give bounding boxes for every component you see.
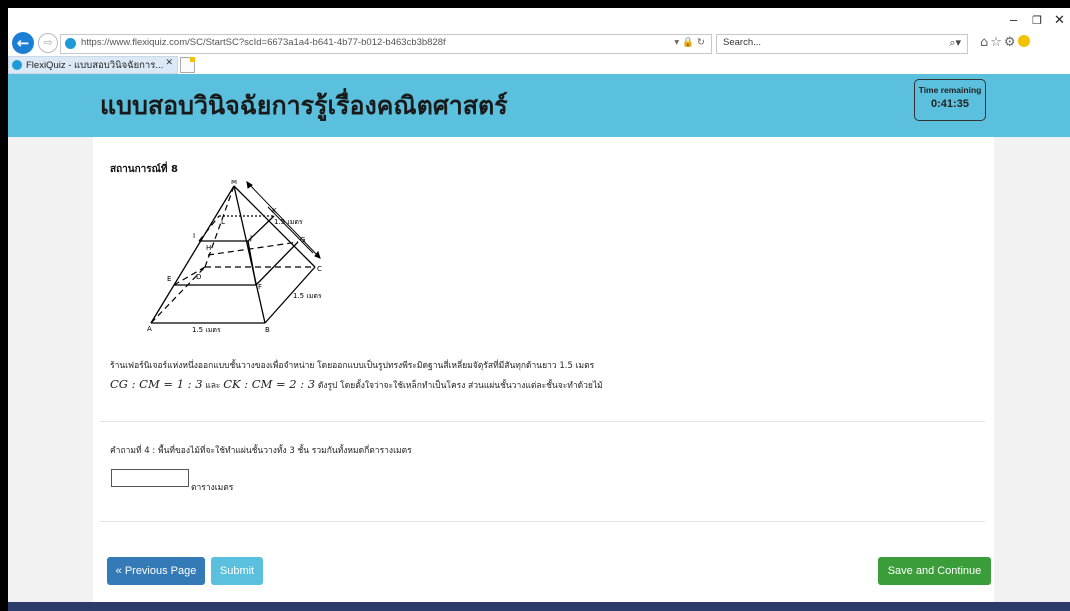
edge-measure-label: 1.5 เมตร [274, 218, 303, 226]
star-icon[interactable]: ☆ [990, 35, 1004, 50]
side-measure-label: 1.5 เมตร [293, 292, 322, 300]
minimize-button[interactable]: – [1010, 12, 1017, 27]
vertex-label-h: H [206, 244, 211, 252]
url-actions-icons[interactable]: ▾ 🔒 ↻ [674, 37, 705, 48]
scenario-description: ร้านเฟอร์นิเจอร์แห่งหนึ่งออกแบบชั้นวางขอ… [110, 361, 595, 371]
new-tab-button[interactable] [180, 57, 195, 73]
timer-label: Time remaining [918, 85, 982, 95]
vertex-label-j: J [249, 234, 252, 242]
vertex-label-c: C [317, 265, 322, 273]
page-title: แบบสอบวินิจฉัยการรู้เรื่องคณิตศาสตร์ [100, 91, 508, 120]
page: แบบสอบวินิจฉัยการรู้เรื่องคณิตศาสตร์ Tim… [8, 74, 1070, 611]
tab-favicon-icon [12, 60, 22, 70]
question-panel: สถานการณ์ที่ 8 M K L I J H G E D C F A B… [93, 137, 994, 607]
url-text: https://www.flexiquiz.com/SC/StartSC?scI… [81, 37, 446, 48]
divider [100, 521, 985, 522]
tab-strip: FlexiQuiz - แบบสอบวินิจฉัยการ... ✕ [8, 56, 1070, 74]
vertex-label-a: A [147, 325, 152, 333]
gear-icon[interactable]: ⚙ [1004, 35, 1018, 50]
vertex-label-m: M [231, 180, 237, 186]
vertex-label-k: K [272, 207, 277, 215]
scenario-description-rest: ดังรูป โดยตั้งใจว่าจะใช้เหล็กทำเป็นโครง … [317, 381, 603, 391]
save-and-continue-button[interactable]: Save and Continue [878, 557, 991, 585]
tab-title: FlexiQuiz - แบบสอบวินิจฉัยการ... [26, 60, 164, 71]
tab-flexiquiz[interactable]: FlexiQuiz - แบบสอบวินิจฉัยการ... ✕ [8, 56, 178, 74]
vertex-label-f: F [258, 283, 262, 291]
timer-value: 0:41:35 [931, 98, 969, 110]
browser-window: – ❐ ✕ ← ⇨ https://www.flexiquiz.com/SC/S… [8, 8, 1070, 611]
vertex-label-e: E [167, 275, 171, 283]
search-icon[interactable]: ⌕▾ [949, 36, 961, 50]
scenario-ratio-line: CG : CM = 1 : 3 และ CK : CM = 2 : 3 ดังร… [110, 377, 603, 392]
ratio-ck-cm: CK : CM = 2 : 3 [223, 377, 316, 391]
and-word: และ [205, 381, 221, 391]
answer-unit: ตารางเมตร [191, 483, 234, 493]
page-footer [8, 602, 1070, 611]
vertex-label-l: L [221, 218, 225, 226]
browser-toolbar-icons: ⌂☆⚙ [980, 35, 1030, 50]
search-placeholder: Search... [723, 37, 762, 48]
arrow-right-icon: ⇨ [43, 36, 53, 49]
search-field[interactable]: Search... ⌕▾ [716, 34, 968, 54]
pyramid-figure: M K L I J H G E D C F A B 1.5 เมตร 1.5 เ… [147, 180, 322, 334]
arrow-left-icon: ← [16, 34, 30, 52]
ratio-cg-cm: CG : CM = 1 : 3 [110, 377, 203, 391]
url-field[interactable]: https://www.flexiquiz.com/SC/StartSC?scI… [60, 34, 712, 54]
home-icon[interactable]: ⌂ [980, 35, 990, 50]
scenario-heading: สถานการณ์ที่ 8 [110, 164, 178, 175]
forward-button[interactable]: ⇨ [38, 33, 58, 53]
submit-button[interactable]: Submit [211, 557, 263, 585]
previous-page-button[interactable]: « Previous Page [107, 557, 205, 585]
quiz-header: แบบสอบวินิจฉัยการรู้เรื่องคณิตศาสตร์ Tim… [8, 74, 1070, 137]
close-window-button[interactable]: ✕ [1054, 12, 1065, 28]
smiley-feedback-icon[interactable] [1017, 35, 1030, 47]
question-text: คำถามที่ 4 : พื้นที่ของไม้ที่จะใช้ทำแผ่น… [110, 446, 412, 456]
base-measure-label: 1.5 เมตร [192, 326, 221, 334]
vertex-label-i: I [193, 232, 195, 240]
maximize-button[interactable]: ❐ [1032, 14, 1042, 27]
vertex-label-d: D [196, 273, 201, 281]
site-favicon-icon [65, 38, 76, 49]
divider [100, 421, 985, 422]
tab-close-icon[interactable]: ✕ [165, 58, 173, 68]
vertex-label-b: B [265, 326, 270, 334]
vertex-label-g: G [300, 236, 305, 244]
answer-input[interactable] [111, 469, 189, 487]
address-bar-area: – ❐ ✕ ← ⇨ https://www.flexiquiz.com/SC/S… [8, 8, 1070, 54]
back-button[interactable]: ← [12, 32, 34, 54]
time-remaining-box: Time remaining 0:41:35 [914, 79, 986, 121]
